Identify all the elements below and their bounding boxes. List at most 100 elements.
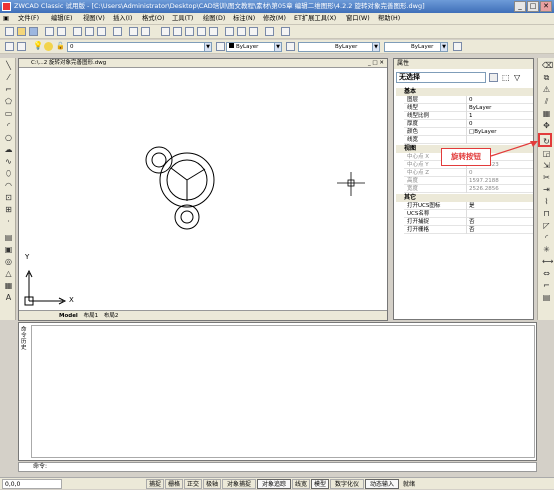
cut-icon[interactable] [73, 27, 82, 36]
app-icon[interactable] [2, 2, 11, 11]
circle-icon[interactable]: ○ [4, 133, 13, 142]
prop-row[interactable]: 厚度 0 [404, 120, 533, 128]
save-icon[interactable] [29, 27, 38, 36]
drawing-window-controls[interactable]: _ □ ✕ [368, 59, 384, 68]
linetype-dropdown-icon[interactable]: ▼ [372, 43, 379, 51]
plot-style-icon[interactable] [453, 42, 462, 51]
menu-file[interactable]: 文件(F) [18, 14, 39, 24]
select-objects-icon[interactable]: ⬚ [502, 73, 510, 82]
prop-row[interactable]: 打开捕捉否 [404, 218, 533, 226]
prop-row[interactable]: UCS名称 [404, 210, 533, 218]
scale-icon[interactable]: ◲ [542, 149, 551, 158]
prop-row[interactable]: 打开UCS图标是 [404, 202, 533, 210]
menu-modify[interactable]: 修改(M) [263, 14, 286, 24]
erase-icon[interactable]: ⌫ [542, 61, 553, 70]
lineweight-toggle[interactable]: 线宽 [292, 479, 310, 489]
polar-toggle[interactable]: 极轴 [203, 479, 221, 489]
command-line[interactable]: 命令: [18, 462, 537, 472]
open-file-icon[interactable] [17, 27, 26, 36]
insert-block-icon[interactable]: ⊡ [4, 193, 13, 202]
boundary-icon[interactable]: △ [4, 269, 13, 278]
move-icon[interactable]: ✥ [542, 121, 551, 130]
tab-model[interactable]: Model [19, 313, 78, 319]
zoom-window-icon[interactable] [185, 27, 194, 36]
ellipse-arc-icon[interactable]: ◠ [4, 181, 13, 190]
join-icon[interactable]: ⊓ [542, 209, 551, 218]
edit-polyline-icon[interactable]: ⌐ [542, 281, 551, 290]
array-icon[interactable]: ▦ [542, 109, 551, 118]
make-current-layer-icon[interactable] [216, 42, 225, 51]
lineweight-dropdown-icon[interactable]: ▼ [440, 43, 447, 51]
construction-line-icon[interactable]: ⁄ [4, 73, 13, 82]
menu-draw[interactable]: 绘图(D) [203, 14, 225, 24]
layer-select[interactable]: 0 ▼ [67, 42, 212, 52]
zoom-previous-icon[interactable] [197, 27, 206, 36]
menu-help[interactable]: 帮助(H) [378, 14, 400, 24]
point-icon[interactable]: · [4, 217, 13, 226]
hatch-icon[interactable]: ▤ [4, 233, 13, 242]
region-icon[interactable]: ◎ [4, 257, 13, 266]
offset-icon[interactable]: ⫽ [542, 97, 551, 106]
layer-previous-icon[interactable] [17, 42, 26, 51]
print-icon[interactable] [45, 27, 54, 36]
calculator-icon[interactable] [265, 27, 274, 36]
zoom-realtime-icon[interactable] [173, 27, 182, 36]
paste-icon[interactable] [97, 27, 106, 36]
preview-icon[interactable] [57, 27, 66, 36]
layer-on-icon[interactable]: 💡 [33, 41, 43, 50]
color-picker-icon[interactable] [286, 42, 295, 51]
properties-icon[interactable] [225, 27, 234, 36]
align-icon[interactable]: ⇔ [542, 269, 551, 278]
prop-row[interactable]: 图层 0 [404, 96, 533, 104]
chamfer-icon[interactable]: ◸ [542, 221, 551, 230]
command-history[interactable]: 命令历史 [18, 322, 537, 461]
design-center-icon[interactable] [237, 27, 246, 36]
rectangle-icon[interactable]: ▭ [4, 109, 13, 118]
grid-toggle[interactable]: 栅格 [165, 479, 183, 489]
osnap-toggle[interactable]: 对象捕捉 [222, 479, 256, 489]
otrack-toggle[interactable]: 对象追踪 [257, 479, 291, 489]
break-icon[interactable]: ⌇ [542, 197, 551, 206]
ortho-toggle[interactable]: 正交 [184, 479, 202, 489]
close-button[interactable]: ✕ [540, 1, 552, 12]
layer-freeze-icon[interactable] [44, 42, 53, 51]
prop-row[interactable]: 线型 ByLayer [404, 104, 533, 112]
section-basic[interactable]: 基本 [396, 88, 533, 96]
prop-row[interactable]: 颜色 □ByLayer [404, 128, 533, 136]
zoom-extents-icon[interactable] [209, 27, 218, 36]
drawing-canvas[interactable]: Y X [19, 68, 387, 311]
pan-icon[interactable] [161, 27, 170, 36]
tab-layout2[interactable]: 布局2 [100, 313, 119, 319]
model-toggle[interactable]: 模型 [311, 479, 329, 489]
gradient-icon[interactable]: ▣ [4, 245, 13, 254]
prop-row[interactable]: 打开栅格否 [404, 226, 533, 234]
new-file-icon[interactable] [5, 27, 14, 36]
linetype-select[interactable]: ByLayer ▼ [298, 42, 380, 52]
line-icon[interactable]: ╲ [4, 61, 13, 70]
color-select[interactable]: ByLayer ▼ [226, 42, 282, 52]
command-history-text[interactable] [31, 325, 535, 458]
menu-insert[interactable]: 插入(I) [113, 14, 132, 24]
fillet-icon[interactable]: ◜ [542, 233, 551, 242]
mtext-icon[interactable]: A [4, 293, 13, 302]
trim-icon[interactable]: ✂ [542, 173, 551, 182]
help-icon[interactable] [281, 27, 290, 36]
dynamic-input-toggle[interactable]: 动态输入 [365, 479, 399, 489]
mirror-icon[interactable]: ⚠ [542, 85, 551, 94]
make-block-icon[interactable]: ⊞ [4, 205, 13, 214]
table-icon[interactable]: ▦ [4, 281, 13, 290]
section-misc[interactable]: 其它 [396, 194, 533, 202]
menu-tools[interactable]: 工具(T) [172, 14, 193, 24]
color-dropdown-icon[interactable]: ▼ [274, 43, 281, 51]
revision-cloud-icon[interactable]: ☁ [4, 145, 13, 154]
selection-select[interactable]: 无选择 [396, 72, 486, 83]
menu-format[interactable]: 格式(O) [142, 14, 164, 24]
extend-icon[interactable]: ⇥ [542, 185, 551, 194]
polygon-icon[interactable]: ⬠ [4, 97, 13, 106]
spline-icon[interactable]: ∿ [4, 157, 13, 166]
tool-palette-icon[interactable] [249, 27, 258, 36]
properties-edit-icon[interactable]: ▤ [542, 293, 551, 302]
menu-edit[interactable]: 编辑(E) [51, 14, 73, 24]
menu-view[interactable]: 视图(V) [83, 14, 105, 24]
quick-select-icon[interactable]: ▽ [514, 73, 520, 82]
